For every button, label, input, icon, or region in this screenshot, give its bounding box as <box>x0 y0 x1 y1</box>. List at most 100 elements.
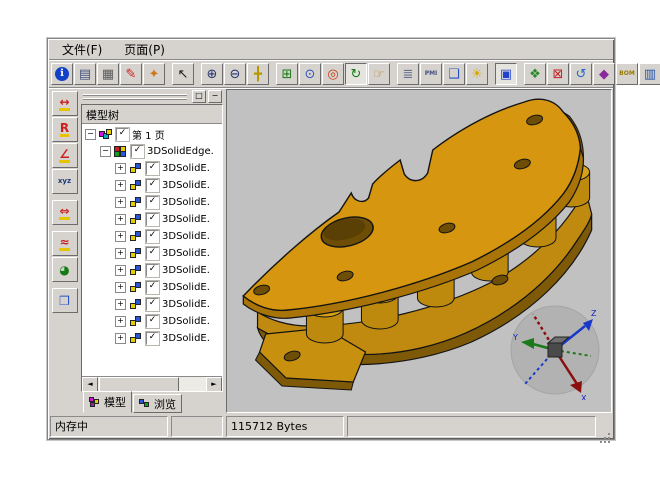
stamp-icon: ✦ <box>149 68 160 81</box>
expander-plus[interactable]: + <box>115 265 126 276</box>
explode-button[interactable]: ❖ <box>524 63 546 85</box>
volume-measure-button[interactable]: ❒ <box>52 288 78 313</box>
scroll-left-button[interactable]: ◄ <box>82 377 98 392</box>
menu-page[interactable]: 页面(P) <box>122 40 167 59</box>
checkbox-checked[interactable]: ✓ <box>146 298 159 311</box>
expander-plus[interactable]: + <box>115 248 126 259</box>
tree-row-part[interactable]: +✓3DSolidE. <box>82 211 222 228</box>
checkbox-checked[interactable]: ✓ <box>146 332 159 345</box>
expander-plus[interactable]: + <box>115 316 126 327</box>
checkbox-checked[interactable]: ✓ <box>146 264 159 277</box>
collapse-panel-button[interactable]: − <box>208 90 222 103</box>
linear-dimension-button[interactable]: ↔ <box>52 91 78 116</box>
expander-plus[interactable]: + <box>115 163 126 174</box>
linear-dimension-icon: ↔ <box>59 96 69 111</box>
tree-row-part[interactable]: +✓3DSolidE. <box>82 245 222 262</box>
tree-row-part[interactable]: +✓3DSolidE. <box>82 296 222 313</box>
area-measure-icon: ◕ <box>59 264 69 276</box>
part-icon <box>129 197 143 209</box>
tab-model[interactable]: 模型 <box>83 391 132 413</box>
print-preview-button[interactable]: ▤ <box>74 63 96 85</box>
tab-browse[interactable]: 浏览 <box>133 394 182 413</box>
snapshot-button[interactable]: ▣ <box>495 63 517 85</box>
expander-plus[interactable]: + <box>115 231 126 242</box>
tree-row-part[interactable]: +✓3DSolidE. <box>82 160 222 177</box>
select-cursor-button[interactable]: ↖ <box>172 63 194 85</box>
coordinate-button[interactable]: xyz <box>52 169 78 194</box>
expander-minus[interactable]: − <box>100 146 111 157</box>
rotate-part-button[interactable]: ↺ <box>570 63 592 85</box>
resize-grip[interactable] <box>599 416 612 437</box>
light-button[interactable]: ☀ <box>466 63 488 85</box>
panel-drag-grip[interactable] <box>83 92 187 102</box>
assembly-button[interactable]: ◆ <box>593 63 615 85</box>
expander-plus[interactable]: + <box>115 333 126 344</box>
scrollbar-thumb[interactable] <box>99 377 179 392</box>
tree-row-part[interactable]: +✓3DSolidE. <box>82 313 222 330</box>
page-icon <box>99 129 113 141</box>
checkbox-checked[interactable]: ✓ <box>146 315 159 328</box>
info-button[interactable]: ℹ <box>51 63 73 85</box>
panel-tabs: 模型浏览 <box>81 392 223 413</box>
pmi-button[interactable]: PMI <box>420 63 442 85</box>
layers-button[interactable]: ≣ <box>397 63 419 85</box>
distance-measure-button[interactable]: ⇔ <box>52 200 78 225</box>
menu-file[interactable]: 文件(F) <box>60 40 104 59</box>
expander-plus[interactable]: + <box>115 214 126 225</box>
move-part-button[interactable]: ⊠ <box>547 63 569 85</box>
expander-plus[interactable]: + <box>115 282 126 293</box>
bom-button[interactable]: BOM <box>616 63 638 85</box>
orientation-gizmo[interactable]: Z X Y <box>505 300 605 400</box>
tree-row-page[interactable]: −✓第 1 页 <box>82 126 222 143</box>
angle-dimension-button[interactable]: ∠ <box>52 143 78 168</box>
app-window: 文件(F) 页面(P) ℹ▤▦✎✦↖⊕⊖╋⊞⊙◎↻☞≣PMI❑☀▣❖⊠↺◆BOM… <box>47 38 615 440</box>
checkbox-checked[interactable]: ✓ <box>146 196 159 209</box>
gizmo-center-cube <box>548 343 562 357</box>
zoom-out-button[interactable]: ⊖ <box>224 63 246 85</box>
rotate-part-icon: ↺ <box>576 68 587 81</box>
checkbox-checked[interactable]: ✓ <box>146 213 159 226</box>
report-button[interactable]: ▥ <box>639 63 660 85</box>
tree-row-assembly[interactable]: −✓3DSolidEdge. <box>82 143 222 160</box>
browse-tab-icon <box>139 398 151 409</box>
checkbox-checked[interactable]: ✓ <box>146 281 159 294</box>
zoom-extents-button[interactable]: ⊙ <box>299 63 321 85</box>
checkbox-checked[interactable]: ✓ <box>146 162 159 175</box>
float-panel-button[interactable]: □ <box>192 90 206 103</box>
pan-button[interactable]: ╋ <box>247 63 269 85</box>
zoom-window-button[interactable]: ⊞ <box>276 63 298 85</box>
tree-row-part[interactable]: +✓3DSolidE. <box>82 228 222 245</box>
curve-length-button[interactable]: ≈ <box>52 231 78 256</box>
tree-row-part[interactable]: +✓3DSolidE. <box>82 330 222 347</box>
orbit-target-button[interactable]: ◎ <box>322 63 344 85</box>
panel-title-bar[interactable]: □ − <box>81 89 223 103</box>
zoom-in-icon: ⊕ <box>207 68 218 81</box>
print-button[interactable]: ▦ <box>97 63 119 85</box>
scroll-right-button[interactable]: ► <box>206 377 222 392</box>
tree-row-part[interactable]: +✓3DSolidE. <box>82 194 222 211</box>
checkbox-checked[interactable]: ✓ <box>146 179 159 192</box>
checkbox-checked[interactable]: ✓ <box>116 128 129 141</box>
checkbox-checked[interactable]: ✓ <box>146 247 159 260</box>
expander-plus[interactable]: + <box>115 180 126 191</box>
zoom-in-button[interactable]: ⊕ <box>201 63 223 85</box>
rotate-button[interactable]: ↻ <box>345 63 367 85</box>
checkbox-checked[interactable]: ✓ <box>131 145 144 158</box>
pan-hand-button[interactable]: ☞ <box>368 63 390 85</box>
tree-row-part[interactable]: + ✓3DSolidE. <box>82 262 222 279</box>
checkbox-checked[interactable]: ✓ <box>146 230 159 243</box>
expander-plus[interactable]: + <box>115 197 126 208</box>
view-cube-button[interactable]: ❑ <box>443 63 465 85</box>
tree-row-part[interactable]: +✓3DSolidE. <box>82 279 222 296</box>
viewport-3d[interactable]: Z X Y <box>226 89 612 413</box>
scrollbar-track[interactable] <box>98 377 206 391</box>
tree-item-label: 3DSolidE. <box>162 265 210 276</box>
expander-plus[interactable]: + <box>115 299 126 310</box>
markup-pen-button[interactable]: ✎ <box>120 63 142 85</box>
tree-row-part[interactable]: +✓3DSolidE. <box>82 177 222 194</box>
area-measure-button[interactable]: ◕ <box>52 257 78 282</box>
radius-dimension-button[interactable]: R <box>52 117 78 142</box>
stamp-button[interactable]: ✦ <box>143 63 165 85</box>
status-bar: 内存中 115712 Bytes <box>50 416 612 437</box>
expander-minus[interactable]: − <box>85 129 96 140</box>
